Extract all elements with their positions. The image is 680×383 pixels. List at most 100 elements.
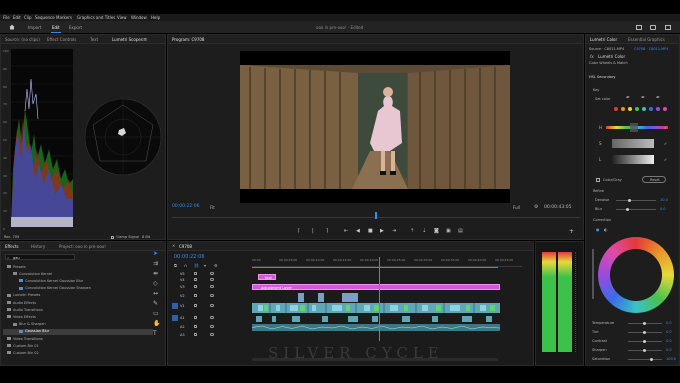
bit-depth-select[interactable]: 8 Bit (142, 235, 150, 239)
menu-item-sequence[interactable]: Sequence (35, 15, 55, 20)
eye-icon[interactable] (210, 272, 214, 275)
quick-export-icon[interactable] (650, 25, 656, 30)
slider-knob[interactable] (643, 349, 646, 352)
wrench-icon[interactable]: ⚙ (534, 204, 538, 210)
lock-icon[interactable] (194, 325, 197, 328)
section-correction[interactable]: Correction (593, 218, 611, 222)
add-button-icon[interactable]: + (569, 228, 574, 235)
color-swatch[interactable] (649, 107, 653, 111)
menu-item-view[interactable]: View (117, 15, 127, 20)
tab-lumetri-color[interactable]: Lumetri Color (590, 37, 617, 42)
clip-adjustment-layer[interactable]: Adjustment Layer (252, 284, 500, 290)
tab-project[interactable]: Project: ooo in pre-ooo! (59, 244, 106, 249)
denoise-slider[interactable] (616, 199, 656, 202)
effects-tree-item[interactable]: Custom Bin 01 (3, 343, 153, 349)
clips-a1[interactable] (252, 315, 500, 323)
slider-mode-icon[interactable]: ◐ (604, 227, 608, 232)
effects-tree-item[interactable]: Lumetri Presets (3, 293, 153, 299)
snap-icon[interactable]: ∩ (184, 263, 187, 268)
razor-icon[interactable]: ◇ (153, 280, 158, 287)
effects-tree-item[interactable]: Audio Transitions (3, 307, 153, 313)
tab-essential-graphics[interactable]: Essential Graphics (628, 37, 665, 42)
fx-badge[interactable]: fx (590, 54, 594, 59)
ripple-edit-icon[interactable]: ⇹ (153, 270, 158, 277)
marker-icon[interactable]: ▾ (204, 263, 206, 268)
eye-icon[interactable] (210, 278, 214, 281)
eye-icon[interactable] (210, 285, 214, 288)
fit-select[interactable]: Fit (210, 205, 215, 210)
section-refine[interactable]: Refine (593, 189, 604, 193)
color-swatch[interactable] (635, 107, 639, 111)
menu-item-graphics-and-titles[interactable]: Graphics and Titles (77, 15, 115, 20)
timeline-timecode[interactable]: 00:00:22:06 (174, 254, 205, 260)
tab-text[interactable]: Text (90, 37, 98, 42)
lock-icon[interactable] (194, 316, 197, 319)
channel-l-check[interactable]: ✓ (664, 157, 667, 162)
eye-icon[interactable] (210, 304, 214, 307)
clamp-checkbox[interactable] (111, 236, 114, 239)
color-swatch[interactable] (656, 107, 660, 111)
eye-icon[interactable] (210, 294, 214, 297)
lock-icon[interactable] (194, 304, 197, 307)
blur-slider[interactable] (616, 208, 656, 211)
color-gray-checkbox[interactable] (596, 178, 600, 182)
effects-tree-item[interactable]: Video Transitions (3, 336, 153, 342)
timeline-scrollbar[interactable] (252, 358, 498, 361)
step-forward-icon[interactable]: ▶ (380, 228, 384, 234)
effects-tree-item[interactable]: Blur & Sharpen (3, 322, 153, 328)
track-select-icon[interactable]: ⇉ (153, 260, 158, 267)
color-wheel[interactable] (598, 237, 674, 313)
slider-knob[interactable] (643, 331, 646, 334)
color-swatch[interactable] (663, 107, 667, 111)
settings-icon[interactable]: ⚙ (214, 263, 218, 268)
menu-item-file[interactable]: File (3, 15, 10, 20)
wheel-mode-icon[interactable]: ● (596, 227, 600, 232)
slider-knob[interactable] (643, 322, 646, 325)
channel-s-check[interactable]: ✓ (664, 141, 667, 146)
lumetri-source[interactable]: Source · C8011.MP4 (589, 47, 624, 51)
track-header[interactable]: V3 (172, 284, 248, 290)
workspace-import[interactable]: Import (28, 25, 41, 30)
home-icon[interactable] (9, 24, 15, 30)
slider-value[interactable]: 0.0 (666, 339, 672, 343)
eyedropper-add-icon[interactable]: ✒ (641, 95, 645, 101)
channel-s[interactable] (612, 139, 654, 148)
effects-search-box[interactable]: ⌕ gau (5, 254, 75, 260)
lock-icon[interactable] (194, 285, 197, 288)
menu-item-edit[interactable]: Edit (13, 15, 21, 20)
proxy-icon[interactable]: ▤ (458, 228, 463, 234)
clip-text[interactable]: text (258, 274, 276, 280)
comparison-icon[interactable]: ▣ (446, 228, 451, 234)
channel-l[interactable] (612, 155, 654, 164)
tab-lumetri-scopes[interactable]: Lumetri Scopes (112, 37, 143, 42)
channel-h[interactable] (606, 123, 668, 132)
tab-effects[interactable]: Effects (5, 244, 19, 249)
correction-slider[interactable] (628, 322, 662, 325)
program-playhead[interactable] (375, 212, 377, 219)
effects-tree-item[interactable]: Convolution Kernel Gaussian Blur (3, 278, 153, 284)
workspace-export[interactable]: Export (69, 25, 82, 30)
section-key[interactable]: Key (593, 88, 599, 92)
slider-value[interactable]: 0.0 (666, 348, 672, 352)
correction-slider[interactable] (628, 349, 662, 352)
eyedropper-icon[interactable]: ✒ (626, 95, 630, 101)
channel-h-check[interactable]: ✓ (664, 125, 667, 130)
timeline-ruler[interactable]: 00:00 00:00:05:00 00:00:10:00 00:00:15:00 00… (252, 257, 522, 267)
mute-icon[interactable] (210, 325, 214, 328)
slider-knob[interactable] (643, 340, 646, 343)
extract-icon[interactable]: ⇣ (422, 228, 426, 234)
rectangle-icon[interactable]: ▭ (153, 310, 159, 317)
slider-value[interactable]: 0.0 (666, 321, 672, 325)
color-swatch[interactable] (642, 107, 646, 111)
effects-tree-item[interactable]: Custom Bin 02 (3, 350, 153, 356)
denoise-value[interactable]: 10.0 (660, 198, 668, 202)
clips-a2[interactable] (251, 324, 501, 331)
program-timecode[interactable]: 00:00:22:06 (172, 204, 199, 209)
tab-history[interactable]: History (31, 244, 45, 249)
track-header[interactable]: A3 (172, 332, 248, 338)
hand-icon[interactable]: ✋ (153, 320, 160, 327)
track-header[interactable]: V2 (172, 293, 248, 299)
source-patch[interactable] (172, 315, 178, 321)
tab-effect-controls[interactable]: Effect Controls (47, 37, 76, 42)
menu-item-markers[interactable]: Markers (56, 15, 72, 20)
